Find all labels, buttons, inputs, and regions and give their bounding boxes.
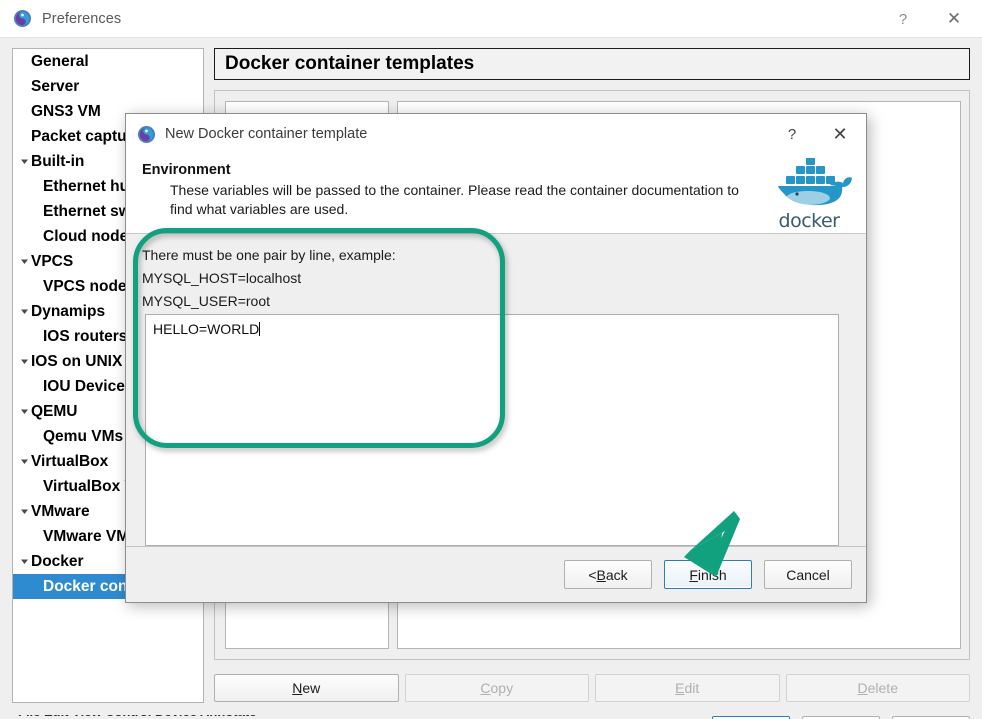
gns3-logo-icon xyxy=(12,9,32,29)
page-title: Docker container templates xyxy=(214,48,970,80)
gns3-logo-icon xyxy=(136,124,156,144)
sidebar-item-label: IOS on UNIX xyxy=(31,352,123,370)
window-title: Preferences xyxy=(42,10,122,27)
chevron-down-icon[interactable] xyxy=(17,457,31,466)
bottom-clipped-text: File Edit View Control Device Annotate xyxy=(0,715,982,719)
chevron-down-icon[interactable] xyxy=(17,507,31,516)
sidebar-item-label: IOU Devices xyxy=(43,377,134,395)
sidebar-item-label: VirtualBox xyxy=(31,452,109,470)
sidebar-item-label: Server xyxy=(31,77,80,95)
sidebar-item-label: VPCS nodes xyxy=(43,277,136,295)
hint-line-1: MYSQL_HOST=localhost xyxy=(142,270,302,286)
crud-button-row: New Copy Edit Delete xyxy=(214,674,970,702)
close-icon[interactable]: ✕ xyxy=(926,0,982,38)
sidebar-item-label: VMware xyxy=(31,502,90,520)
dialog-controls: ? ✕ xyxy=(770,114,866,154)
help-icon[interactable]: ? xyxy=(880,0,926,38)
sidebar-item-label: GNS3 VM xyxy=(31,102,101,120)
docker-wordmark: docker xyxy=(778,210,840,232)
sidebar-item-label: Built-in xyxy=(31,152,85,170)
section-heading: Environment xyxy=(142,162,231,178)
chevron-down-icon[interactable] xyxy=(17,407,31,416)
sidebar-item-label: VMware VMs xyxy=(43,527,138,545)
dialog-body: There must be one pair by line, example:… xyxy=(126,234,866,561)
sidebar-item-label: Docker xyxy=(31,552,84,570)
hint-line-0: There must be one pair by line, example: xyxy=(142,247,396,263)
chevron-down-icon[interactable] xyxy=(17,157,31,166)
chevron-down-icon[interactable] xyxy=(17,307,31,316)
copy-button: Copy xyxy=(404,674,589,702)
sidebar-item-server[interactable]: Server xyxy=(13,74,203,99)
back-button[interactable]: < Back xyxy=(564,560,652,589)
window-controls: ? ✕ xyxy=(880,0,982,38)
sidebar-item-general[interactable]: General xyxy=(13,49,203,74)
dialog-close-icon[interactable]: ✕ xyxy=(814,114,866,154)
edit-button: Edit xyxy=(595,674,780,702)
sidebar-item-label: VPCS xyxy=(31,252,74,270)
docker-logo-icon: docker xyxy=(766,157,852,232)
environment-textarea-value: HELLO=WORLD xyxy=(153,321,260,337)
sidebar-item-label: IOS routers xyxy=(43,327,128,345)
new-button[interactable]: New xyxy=(214,674,399,702)
dialog-header-section: Environment These variables will be pass… xyxy=(126,154,866,234)
delete-button: Delete xyxy=(785,674,970,702)
dialog-footer: < Back Finish Cancel xyxy=(126,546,866,602)
section-description: These variables will be passed to the co… xyxy=(170,182,739,217)
sidebar-item-label: General xyxy=(31,52,89,70)
main-window-titlebar: Preferences ? ✕ xyxy=(0,0,982,38)
dialog-title: New Docker container template xyxy=(165,126,368,142)
sidebar-item-label: QEMU xyxy=(31,402,78,420)
dialog-cancel-button[interactable]: Cancel xyxy=(764,560,852,589)
sidebar-item-label: Cloud nodes xyxy=(43,227,137,245)
dialog-help-icon[interactable]: ? xyxy=(770,114,814,154)
chevron-down-icon[interactable] xyxy=(17,557,31,566)
sidebar-item-label: Qemu VMs xyxy=(43,427,124,445)
chevron-down-icon[interactable] xyxy=(17,257,31,266)
chevron-down-icon[interactable] xyxy=(17,357,31,366)
app-root: Preferences ? ✕ General Server GNS3 VM Pack… xyxy=(0,0,982,719)
finish-button[interactable]: Finish xyxy=(664,560,752,589)
text-caret xyxy=(259,322,261,336)
sidebar-item-label: Dynamips xyxy=(31,302,106,320)
environment-textarea[interactable]: HELLO=WORLD xyxy=(145,314,839,546)
dialog-titlebar: New Docker container template ? ✕ xyxy=(126,114,866,154)
hint-line-2: MYSQL_USER=root xyxy=(142,293,270,309)
new-docker-template-dialog: New Docker container template ? ✕ Enviro… xyxy=(125,113,867,603)
